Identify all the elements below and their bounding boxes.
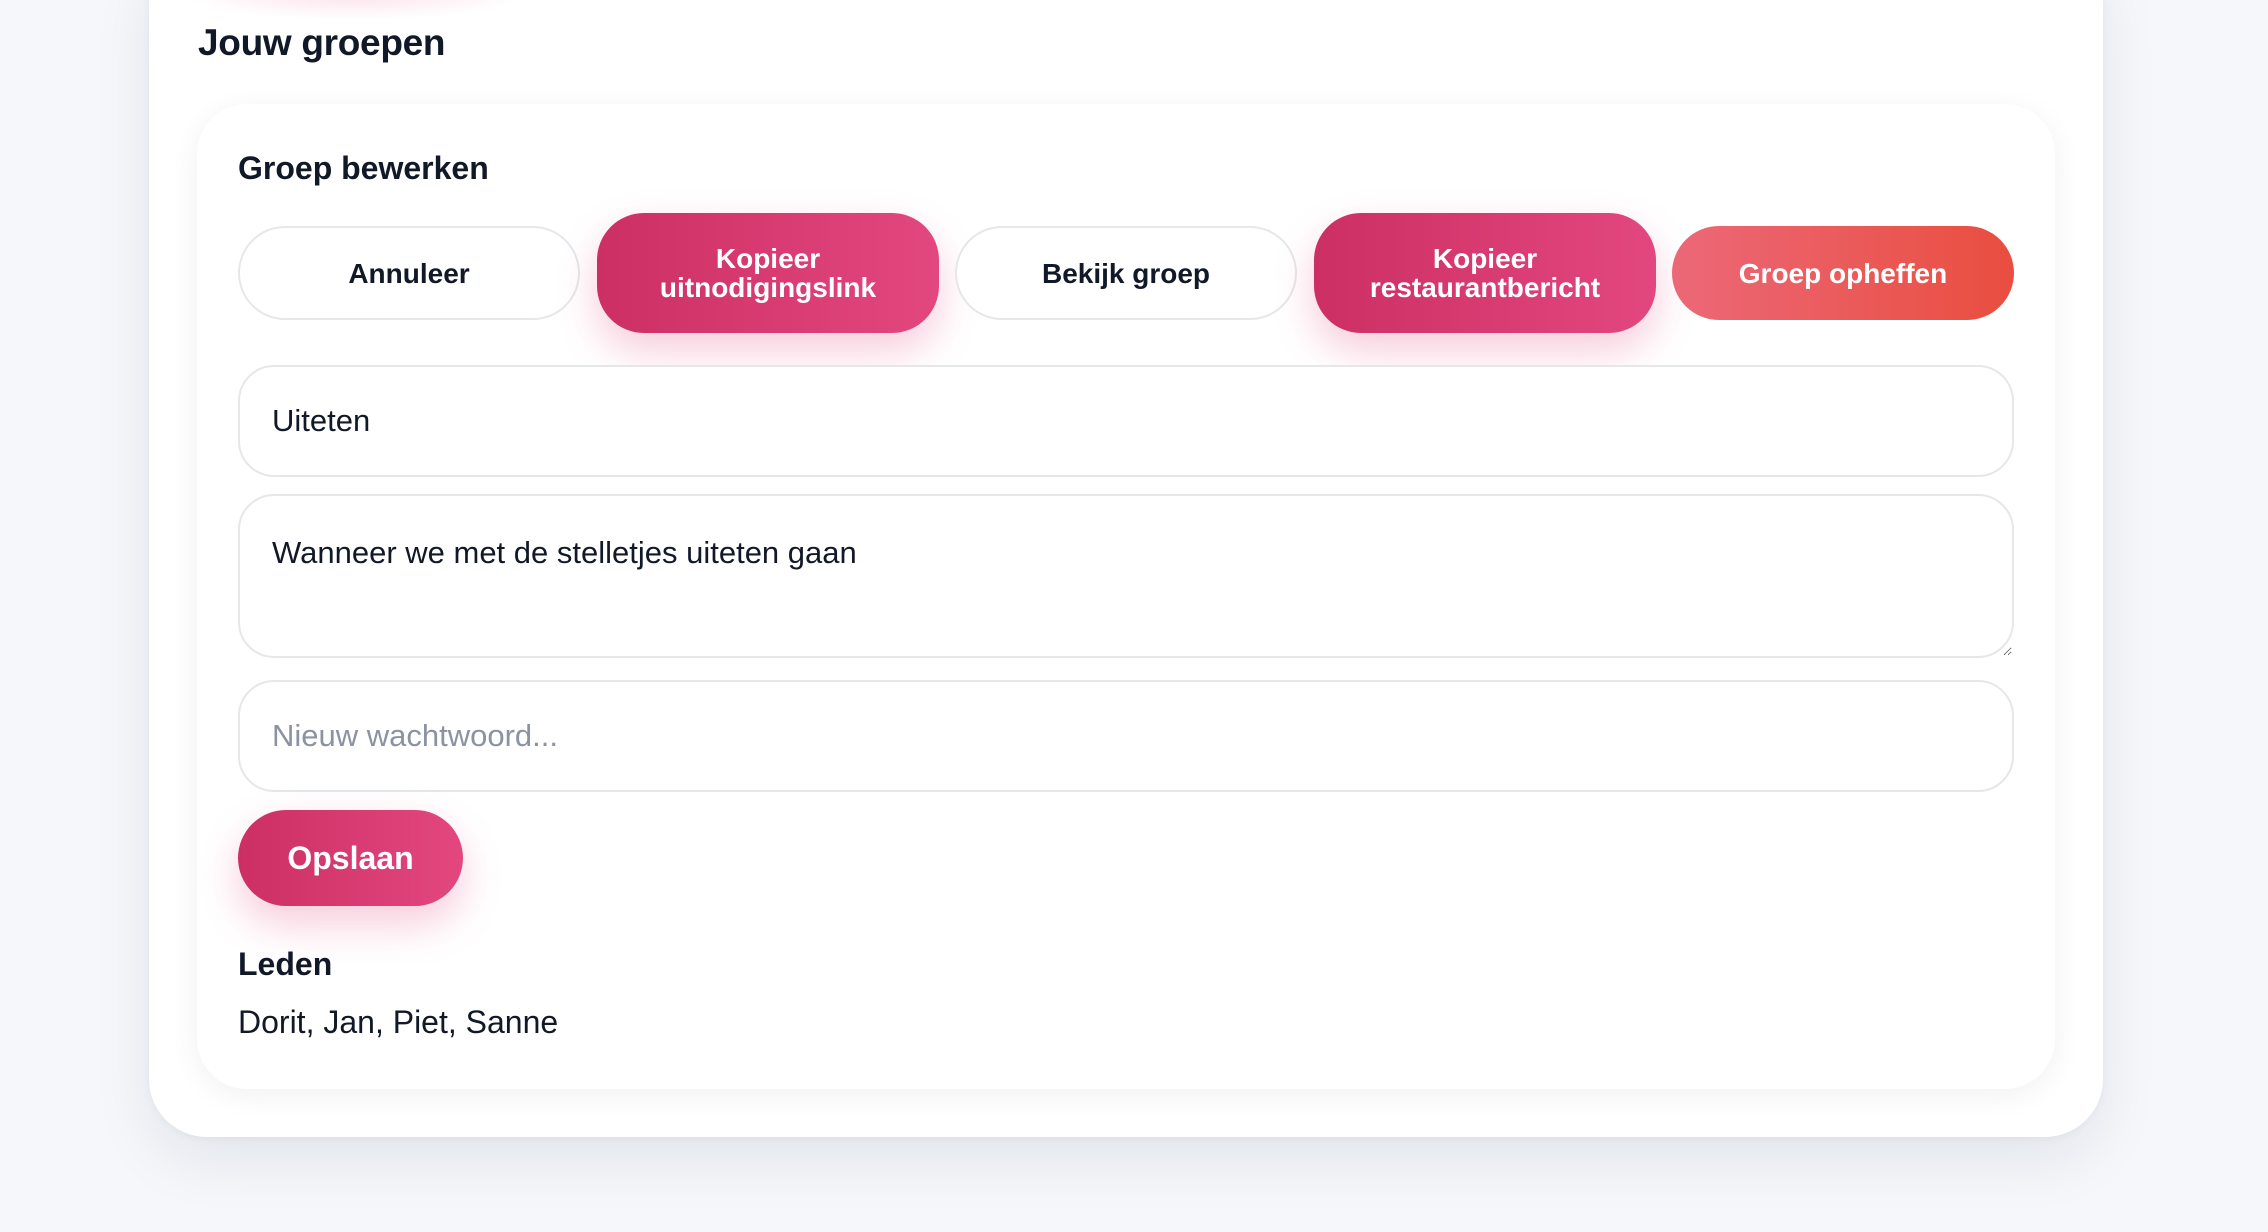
group-description-textarea[interactable]: Wanneer we met de stelletjes uiteten gaa… (238, 494, 2014, 658)
edit-group-panel: Groep bewerken Annuleer Kopieer uitnodig… (197, 104, 2055, 1089)
members-heading: Leden (238, 946, 333, 982)
section-title: Jouw groepen (198, 22, 446, 63)
save-button[interactable]: Opslaan (238, 810, 463, 906)
members-list: Dorit, Jan, Piet, Sanne (238, 1004, 559, 1040)
group-name-input[interactable] (238, 365, 2014, 477)
copy-restaurant-message-button[interactable]: Kopieer restaurantbericht (1314, 213, 1656, 333)
delete-group-button[interactable]: Groep opheffen (1672, 226, 2014, 320)
view-group-button[interactable]: Bekijk groep (955, 226, 1297, 320)
new-password-input[interactable] (238, 680, 2014, 792)
edit-group-title: Groep bewerken (238, 150, 489, 186)
copy-invite-link-button[interactable]: Kopieer uitnodigingslink (597, 213, 939, 333)
cancel-button[interactable]: Annuleer (238, 226, 580, 320)
